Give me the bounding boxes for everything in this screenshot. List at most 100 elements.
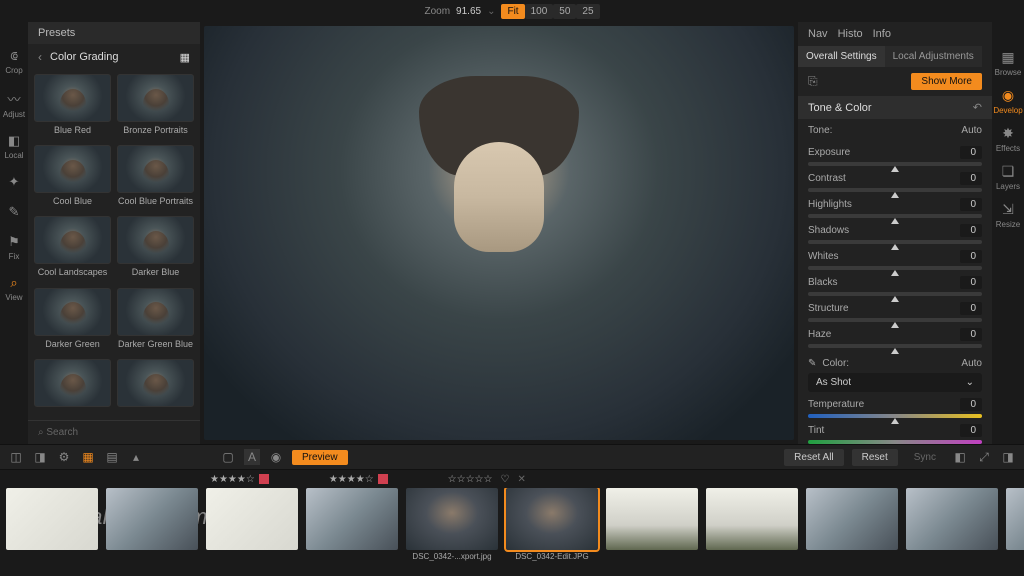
filmstrip-thumb[interactable] (306, 488, 398, 550)
subtab-local-adjustments[interactable]: Local Adjustments (885, 46, 982, 67)
expand-icon[interactable]: ⤢ (976, 449, 992, 465)
slider-handle[interactable] (891, 218, 899, 224)
copy-icon[interactable]: ⎘ (808, 74, 818, 89)
slider-handle[interactable] (891, 244, 899, 250)
slider-track[interactable] (808, 240, 982, 244)
zoom-value[interactable]: 91.65 (456, 6, 481, 17)
filmstrip-thumb[interactable]: DSC_0342-Edit.JPG (506, 488, 598, 561)
tool-heal[interactable]: ✦ (9, 170, 20, 194)
preset-item[interactable]: Bronze Portraits (117, 74, 194, 141)
slider-track[interactable] (808, 344, 982, 348)
compare-icon[interactable]: ◫ (8, 449, 24, 465)
rating-block[interactable]: ☆☆☆☆☆♡✕ (448, 474, 526, 485)
slider-value[interactable]: 0 (960, 146, 982, 159)
mode-develop[interactable]: ◉Develop (993, 84, 1022, 118)
rating-block[interactable]: ★★★★☆ (329, 474, 388, 485)
list-icon[interactable]: ▤ (104, 449, 120, 465)
heart-icon[interactable]: ♡ (500, 474, 509, 485)
panel-left-icon[interactable]: ◧ (952, 449, 968, 465)
slider-track[interactable] (808, 414, 982, 418)
zoom-dropdown-icon[interactable]: ⌄ (487, 6, 495, 17)
preset-item[interactable]: Cool Blue (34, 145, 111, 212)
preset-item[interactable] (117, 359, 194, 416)
slider-handle[interactable] (891, 296, 899, 302)
tool-crop[interactable]: ⟃Crop (5, 44, 22, 79)
canvas[interactable] (200, 22, 798, 444)
tab-nav[interactable]: Nav (808, 28, 828, 40)
filmstrip-thumb[interactable] (906, 488, 998, 550)
preview-button[interactable]: Preview (292, 450, 348, 465)
zoom-100-button[interactable]: 100 (525, 4, 554, 19)
rating-block[interactable]: ★★★★☆ (210, 474, 269, 485)
square-icon[interactable]: ▢ (220, 449, 236, 465)
thumbnail-row[interactable]: ArtistaPirata.com DSC_0342-...xport.jpgD… (0, 488, 1024, 576)
slider-track[interactable] (808, 266, 982, 270)
tone-auto-button[interactable]: Auto (961, 125, 982, 136)
slider-track[interactable] (808, 162, 982, 166)
tool-adjust[interactable]: 〰Adjust (3, 85, 25, 123)
filmstrip-thumb[interactable] (1006, 488, 1024, 550)
tool-brush[interactable]: ✎ (9, 200, 20, 224)
mode-browse[interactable]: ▦Browse (995, 46, 1022, 80)
white-balance-select[interactable]: As Shot ⌄ (808, 373, 982, 392)
sync-button[interactable]: Sync (906, 449, 944, 466)
slider-handle[interactable] (891, 166, 899, 172)
slider-value[interactable]: 0 (960, 198, 982, 211)
slider-value[interactable]: 0 (960, 424, 982, 437)
gear-icon[interactable]: ⚙ (56, 449, 72, 465)
slider-handle[interactable] (891, 418, 899, 424)
color-label-swatch[interactable] (259, 474, 269, 484)
slider-track[interactable] (808, 292, 982, 296)
show-more-button[interactable]: Show More (911, 73, 982, 90)
slider-value[interactable]: 0 (960, 328, 982, 341)
tool-view[interactable]: ⌕View (5, 271, 22, 306)
filmstrip-thumb[interactable] (706, 488, 798, 550)
grid-icon[interactable]: ▦ (80, 449, 96, 465)
mode-resize[interactable]: ⇲Resize (996, 198, 1020, 232)
slider-handle[interactable] (891, 348, 899, 354)
slider-track[interactable] (808, 318, 982, 322)
zoom-fit-button[interactable]: Fit (501, 4, 524, 19)
filmstrip-thumb[interactable] (106, 488, 198, 550)
tool-fix[interactable]: ⚑Fix (8, 230, 20, 265)
filmstrip-thumb[interactable] (206, 488, 298, 550)
slider-track[interactable] (808, 188, 982, 192)
preset-item[interactable]: Cool Landscapes (34, 216, 111, 283)
preset-search[interactable]: ⌕ Search (28, 420, 200, 444)
slider-value[interactable]: 0 (960, 224, 982, 237)
tool-local[interactable]: ◧Local (4, 129, 23, 164)
mode-effects[interactable]: ✸Effects (996, 122, 1020, 156)
preset-item[interactable]: Darker Green Blue (117, 288, 194, 355)
filmstrip-thumb[interactable]: DSC_0342-...xport.jpg (406, 488, 498, 561)
tab-histo[interactable]: Histo (838, 28, 863, 40)
slider-value[interactable]: 0 (960, 172, 982, 185)
filmstrip-thumb[interactable] (806, 488, 898, 550)
section-reset-icon[interactable]: ↶ (973, 101, 982, 114)
preset-item[interactable] (34, 359, 111, 416)
slider-track[interactable] (808, 440, 982, 444)
zoom-50-button[interactable]: 50 (553, 4, 576, 19)
circle-icon[interactable]: ◉ (268, 449, 284, 465)
collapse-up-icon[interactable]: ▴ (128, 449, 144, 465)
presets-category[interactable]: Color Grading (50, 51, 118, 63)
color-label-swatch[interactable] (378, 474, 388, 484)
mode-layers[interactable]: ❏Layers (996, 160, 1020, 194)
presets-header[interactable]: Presets (28, 22, 200, 44)
a-icon[interactable]: A (244, 449, 260, 465)
slider-handle[interactable] (891, 270, 899, 276)
reset-button[interactable]: Reset (852, 449, 898, 466)
slider-value[interactable]: 0 (960, 276, 982, 289)
zoom-25-button[interactable]: 25 (576, 4, 599, 19)
subtab-overall-settings[interactable]: Overall Settings (798, 46, 885, 67)
slider-value[interactable]: 0 (960, 250, 982, 263)
presets-back-icon[interactable]: ‹ (38, 50, 42, 64)
preset-item[interactable]: Darker Blue (117, 216, 194, 283)
reject-icon[interactable]: ✕ (517, 474, 525, 485)
filmstrip-thumb[interactable] (606, 488, 698, 550)
eyedropper-icon[interactable]: ✎ (808, 358, 816, 369)
preset-item[interactable]: Cool Blue Portraits (117, 145, 194, 212)
slider-handle[interactable] (891, 192, 899, 198)
color-auto-button[interactable]: Auto (961, 358, 982, 369)
slider-track[interactable] (808, 214, 982, 218)
section-header[interactable]: Tone & Color ↶ (798, 96, 992, 119)
